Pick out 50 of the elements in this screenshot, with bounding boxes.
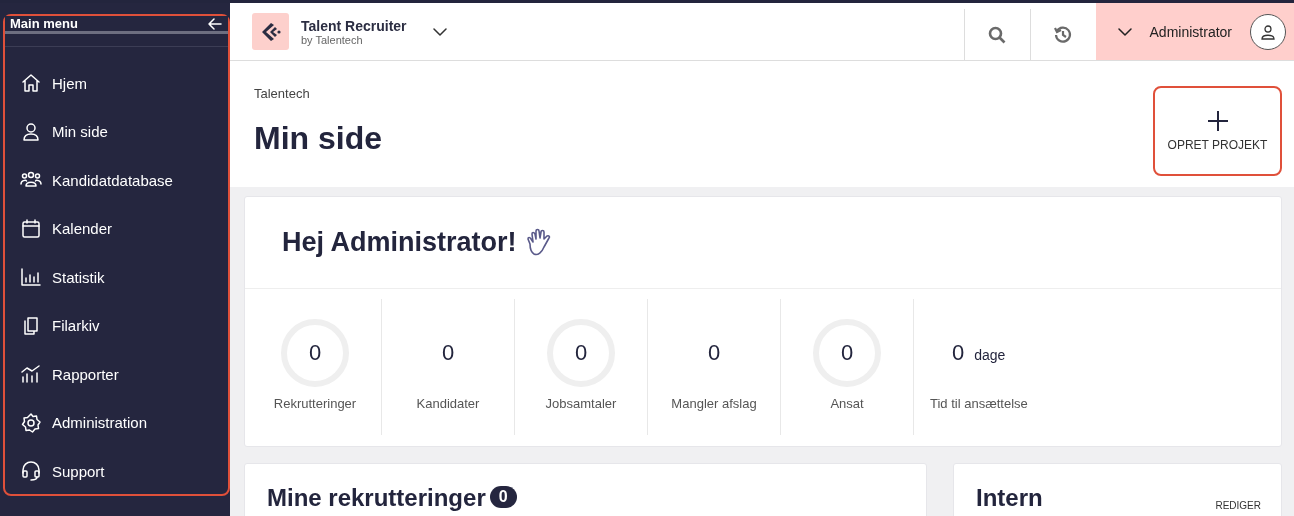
menu-item[interactable]: Rapporter (5, 350, 228, 399)
chevron-down-icon (432, 27, 447, 36)
section-title: Intern (976, 484, 1043, 512)
avatar-icon (1250, 13, 1286, 50)
bar-chart-icon (20, 266, 42, 289)
section-title: Mine rekrutteringer (267, 484, 486, 512)
menu-item[interactable]: Kalender (5, 204, 228, 253)
stat-value: 0 (574, 340, 588, 366)
stat-label: Tid til ansættelse (930, 396, 1028, 411)
stat-label: Jobsamtaler (545, 396, 617, 411)
person-icon (20, 120, 42, 143)
calendar-icon (20, 217, 42, 240)
collapse-menu-button[interactable] (208, 16, 222, 31)
menu-item[interactable]: Statistik (5, 253, 228, 302)
stat-label: Mangler afslag (671, 396, 757, 411)
stat-value: 0 (952, 340, 965, 366)
menu-item[interactable]: Support (5, 447, 228, 496)
count-badge: 0 (489, 486, 517, 508)
stat-value: 0 (840, 340, 854, 366)
stat-value: 0 (707, 340, 721, 366)
menu-item[interactable]: Kandidatdatabase (5, 156, 228, 205)
app-subtitle: by Talentech (301, 33, 364, 46)
stat-label: Rekrutteringer (273, 396, 357, 411)
user-menu-button[interactable]: Administrator (1095, 3, 1294, 60)
stat-label: Kandidater (416, 396, 480, 411)
menu-item[interactable]: Filarkiv (5, 301, 228, 350)
stat-value: 0 (308, 340, 322, 366)
gear-icon (20, 411, 42, 434)
menu-item[interactable]: Min side (5, 107, 228, 156)
plus-icon (1206, 110, 1229, 132)
app-name: Talent Recruiter (301, 17, 407, 34)
stat-unit: dage (974, 347, 1006, 363)
greeting: Hej Administrator! (282, 227, 517, 258)
home-icon (20, 72, 42, 95)
page-title: Min side (254, 120, 382, 157)
create-project-button[interactable]: OPRET PROJEKT (1153, 86, 1282, 176)
chart-trend-icon (20, 363, 42, 386)
menu-title: Main menu (10, 16, 78, 31)
search-icon (988, 25, 1007, 44)
chevron-down-icon (1117, 27, 1132, 36)
breadcrumb: Talentech (254, 86, 311, 101)
history-icon (1053, 24, 1074, 45)
app-logo (252, 13, 289, 50)
menu-item[interactable]: Administration (5, 398, 228, 447)
edit-link[interactable]: REDIGER (1215, 500, 1261, 511)
headset-icon (20, 460, 42, 483)
menu-item[interactable]: Hjem (5, 59, 228, 108)
arrow-left-icon (208, 16, 222, 31)
stat-label: Ansat (830, 396, 864, 411)
stat-value: 0 (441, 340, 455, 366)
